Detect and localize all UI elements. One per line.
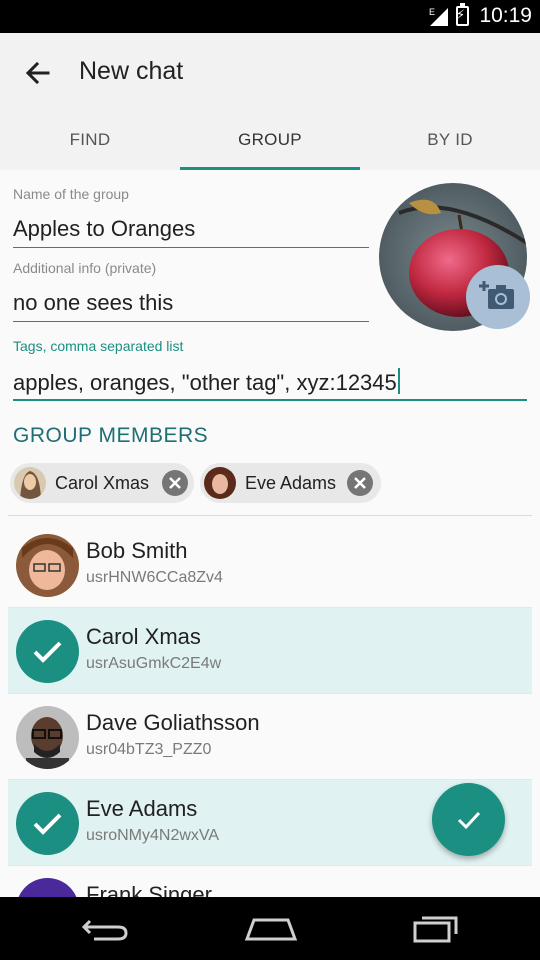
- page-title: New chat: [79, 57, 184, 85]
- contact-id: usrHNW6CCa8Zv4: [86, 569, 223, 586]
- selected-check-icon: [16, 620, 79, 683]
- selected-check-icon: [16, 792, 79, 855]
- member-chip: Carol Xmas: [10, 463, 194, 503]
- info-underline: [13, 321, 369, 322]
- status-bar: E 10:19: [0, 0, 540, 33]
- recents-nav-icon[interactable]: [412, 914, 460, 944]
- tab-find[interactable]: FIND: [0, 117, 180, 170]
- confirm-create-group-button[interactable]: [432, 783, 505, 856]
- home-nav-icon[interactable]: [244, 915, 298, 943]
- group-name-label: Name of the group: [13, 186, 129, 202]
- contact-id: usr04bTZ3_PZZ0: [86, 741, 212, 758]
- group-members-heading: GROUP MEMBERS: [13, 424, 209, 447]
- divider: [8, 515, 532, 516]
- close-icon: [354, 477, 366, 489]
- signal-icon: E: [429, 7, 448, 26]
- tab-bar: FIND GROUP BY ID: [0, 117, 540, 170]
- add-photo-icon: [479, 281, 514, 309]
- list-item[interactable]: Frank Singer: [8, 866, 532, 897]
- tab-group[interactable]: GROUP: [180, 117, 360, 170]
- chip-name: Carol Xmas: [55, 473, 150, 493]
- tags-input[interactable]: apples, oranges, "other tag", xyz:12345: [13, 368, 400, 396]
- contact-name: Bob Smith: [86, 538, 188, 563]
- contact-name: Eve Adams: [86, 796, 198, 821]
- avatar: [16, 878, 79, 897]
- tags-label: Tags, comma separated list: [13, 338, 184, 354]
- tab-by-id[interactable]: BY ID: [360, 117, 540, 170]
- remove-member-button[interactable]: [347, 470, 373, 496]
- close-icon: [169, 477, 181, 489]
- check-icon: [457, 811, 481, 830]
- list-item[interactable]: Bob Smith usrHNW6CCa8Zv4: [8, 522, 532, 607]
- status-time: 10:19: [479, 4, 532, 27]
- text-cursor: [397, 368, 400, 394]
- avatar: [16, 706, 79, 769]
- tags-value: apples, oranges, "other tag", xyz:12345: [13, 370, 397, 395]
- contact-name: Carol Xmas: [86, 624, 201, 649]
- change-photo-button[interactable]: [466, 265, 530, 329]
- remove-member-button[interactable]: [162, 470, 188, 496]
- contact-id: usroNMy4N2wxVA: [86, 827, 220, 844]
- back-arrow-icon[interactable]: [20, 55, 56, 91]
- battery-icon: [456, 3, 469, 26]
- system-nav-bar: [0, 897, 540, 960]
- avatar: [16, 534, 79, 597]
- contact-name: Frank Singer: [86, 882, 212, 897]
- network-type: E: [429, 7, 435, 17]
- member-chip: Eve Adams: [200, 463, 381, 503]
- avatar: [14, 467, 46, 499]
- info-input[interactable]: no one sees this: [13, 290, 173, 316]
- contact-name: Dave Goliathsson: [86, 710, 260, 735]
- tags-underline: [13, 399, 527, 401]
- avatar: [204, 467, 236, 499]
- chip-name: Eve Adams: [245, 473, 337, 493]
- back-nav-icon[interactable]: [80, 915, 130, 943]
- list-item[interactable]: Dave Goliathsson usr04bTZ3_PZZ0: [8, 694, 532, 779]
- group-name-input[interactable]: Apples to Oranges: [13, 216, 195, 242]
- contact-id: usrAsuGmkC2E4w: [86, 655, 222, 672]
- app-bar: New chat FIND GROUP BY ID: [0, 33, 540, 170]
- info-label: Additional info (private): [13, 260, 157, 276]
- group-name-underline: [13, 247, 369, 248]
- list-item[interactable]: Carol Xmas usrAsuGmkC2E4w: [8, 608, 532, 693]
